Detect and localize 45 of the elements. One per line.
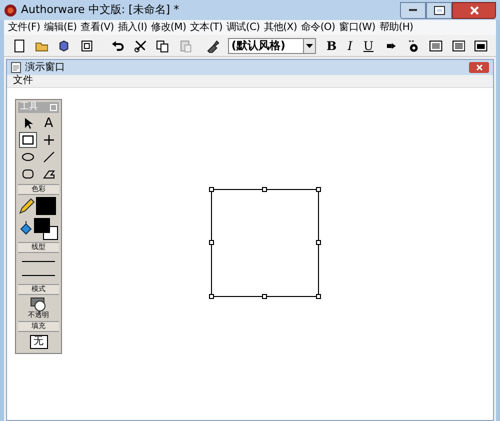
record-icon[interactable] bbox=[406, 38, 420, 52]
text-tool[interactable]: A bbox=[40, 115, 58, 131]
italic-button[interactable]: I bbox=[346, 40, 354, 52]
panel-icon[interactable] bbox=[428, 38, 443, 52]
menu-item[interactable]: 插入(I) bbox=[118, 22, 148, 32]
minimize-button[interactable] bbox=[400, 2, 426, 18]
underline-button[interactable]: U bbox=[362, 40, 375, 52]
app-logo-icon bbox=[4, 4, 17, 16]
document-icon bbox=[11, 62, 21, 73]
style-dropdown[interactable]: (默认风格) bbox=[228, 38, 316, 54]
rectangle-shape[interactable] bbox=[211, 189, 319, 297]
color-swatch[interactable] bbox=[36, 197, 56, 215]
close-button[interactable] bbox=[469, 62, 489, 73]
menu-item[interactable]: 其他(X) bbox=[264, 22, 297, 32]
menu-item[interactable]: 窗口(W) bbox=[339, 22, 376, 32]
paint-bucket-icon[interactable] bbox=[19, 221, 33, 237]
menu-item[interactable]: 文件(F) bbox=[8, 22, 40, 32]
undo-icon[interactable] bbox=[110, 38, 125, 52]
list-icon[interactable] bbox=[452, 38, 466, 52]
bold-button[interactable]: B bbox=[325, 40, 338, 52]
maximize-button[interactable] bbox=[426, 2, 452, 18]
child-window-title: 演示窗口 bbox=[25, 60, 65, 75]
scissors-icon[interactable] bbox=[134, 38, 148, 52]
palette-title: 工具 bbox=[20, 103, 38, 112]
menu-item[interactable]: 文件 bbox=[13, 76, 33, 86]
menu-item[interactable]: 编辑(E) bbox=[44, 22, 77, 32]
fill-option[interactable]: 无 bbox=[30, 335, 48, 349]
window-title: Authorware 中文版: [未命名] * bbox=[21, 2, 180, 18]
frame-icon[interactable] bbox=[80, 38, 94, 52]
menu-item[interactable]: 调试(C) bbox=[226, 22, 260, 32]
close-icon[interactable] bbox=[470, 6, 478, 14]
dropdown-value: (默认风格) bbox=[231, 40, 286, 51]
pencil-icon[interactable] bbox=[19, 198, 35, 214]
close-icon[interactable] bbox=[476, 64, 482, 71]
mode-icon[interactable] bbox=[30, 297, 48, 312]
close-button[interactable] bbox=[452, 2, 496, 18]
menu-item[interactable]: 修改(M) bbox=[151, 22, 186, 32]
fill-color-swatch[interactable] bbox=[34, 218, 58, 240]
menu-item[interactable]: 查看(V) bbox=[80, 22, 114, 32]
menu-item[interactable]: 帮助(H) bbox=[379, 22, 414, 32]
new-file-icon[interactable] bbox=[12, 38, 26, 52]
menu-item[interactable]: 文本(T) bbox=[190, 22, 222, 32]
window-icon[interactable] bbox=[474, 38, 488, 52]
menu-item[interactable]: 命令(O) bbox=[300, 22, 336, 32]
copy-icon[interactable] bbox=[156, 38, 170, 52]
